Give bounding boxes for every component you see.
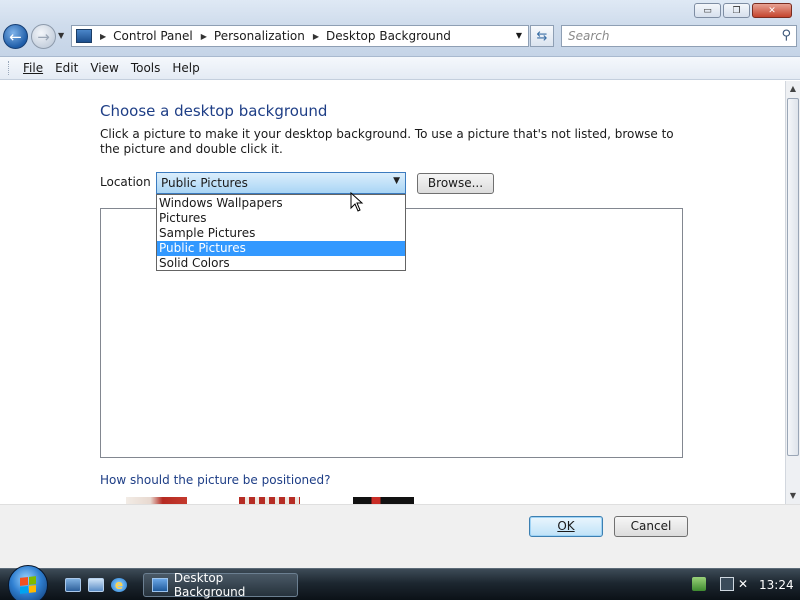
back-button[interactable]: ←: [3, 24, 28, 49]
breadcrumb-separator-icon[interactable]: ▶: [201, 32, 207, 41]
address-dropdown-icon[interactable]: ▼: [516, 31, 522, 40]
minimize-button[interactable]: ▭: [694, 3, 721, 18]
system-tray: ✕ 13:24: [686, 573, 798, 597]
taskbar: e Desktop Background ✕ 13:24: [0, 565, 800, 600]
windows-logo-icon: [20, 576, 36, 594]
dialog-footer: OK Cancel: [0, 504, 800, 547]
search-input[interactable]: Search ⚲: [561, 25, 797, 47]
show-desktop-icon[interactable]: [65, 578, 81, 592]
menu-edit-label: Edit: [55, 61, 79, 75]
address-bar[interactable]: ▶ Control Panel ▶ Personalization ▶ Desk…: [71, 25, 529, 47]
taskbar-item-label: Desktop Background: [173, 571, 246, 599]
control-panel-icon: [152, 578, 168, 592]
start-button[interactable]: [8, 565, 48, 600]
network-icon[interactable]: [720, 577, 734, 591]
search-placeholder: Search: [568, 29, 610, 43]
window-bottom-edge: [0, 547, 800, 568]
location-option-pictures[interactable]: Pictures: [157, 211, 405, 226]
maximize-button[interactable]: ❐: [723, 3, 750, 18]
window-chrome: ▭ ❐ ✕ ← → ▼ ▶ Control Panel ▶ Personaliz…: [0, 0, 800, 57]
volume-muted-icon[interactable]: ✕: [738, 577, 752, 591]
menu-help-label: Help: [172, 61, 200, 75]
menu-tools[interactable]: Tools: [125, 61, 167, 75]
breadcrumb-separator-icon[interactable]: ▶: [313, 32, 319, 41]
scrollbar-thumb[interactable]: [787, 98, 799, 456]
page-description: Click a picture to make it your desktop …: [100, 127, 674, 156]
forward-arrow-icon: →: [37, 27, 50, 46]
refresh-button[interactable]: ⇆: [530, 25, 554, 47]
maximize-icon: ❐: [732, 5, 741, 16]
forward-button[interactable]: →: [31, 24, 56, 49]
taskbar-item-desktop-background[interactable]: Desktop Background: [143, 571, 298, 599]
position-option-tile[interactable]: [239, 497, 300, 504]
switch-windows-icon[interactable]: [88, 578, 104, 592]
scroll-up-icon[interactable]: ▲: [786, 81, 800, 96]
menu-file-label: File: [23, 61, 44, 75]
recent-pages-dropdown[interactable]: ▼: [58, 31, 64, 40]
ok-button[interactable]: OK: [529, 516, 603, 537]
breadcrumb-personalization[interactable]: Personalization: [214, 29, 305, 43]
minimize-icon: ▭: [703, 5, 712, 16]
position-option-center[interactable]: [353, 497, 414, 504]
security-center-icon[interactable]: [692, 577, 706, 591]
chevron-down-icon: ▼: [393, 176, 400, 186]
window-controls: ▭ ❐ ✕: [694, 3, 792, 18]
location-label: Location: [100, 175, 151, 189]
mouse-cursor-icon: [350, 192, 364, 212]
refresh-icon: ⇆: [536, 28, 548, 44]
position-question: How should the picture be positioned?: [100, 473, 331, 487]
ok-button-label: OK: [557, 519, 575, 533]
location-option-public-pictures[interactable]: Public Pictures: [157, 241, 405, 256]
vertical-scrollbar[interactable]: ▲ ▼: [785, 81, 800, 504]
menu-view[interactable]: View: [84, 61, 124, 75]
page-title: Choose a desktop background: [100, 102, 328, 120]
search-icon[interactable]: ⚲: [781, 28, 791, 43]
menu-tools-label: Tools: [130, 61, 161, 75]
breadcrumb-separator-icon[interactable]: ▶: [100, 32, 106, 41]
location-option-sample-pictures[interactable]: Sample Pictures: [157, 226, 405, 241]
menu-help[interactable]: Help: [166, 61, 205, 75]
breadcrumb-desktop-background[interactable]: Desktop Background: [326, 29, 451, 43]
menu-edit[interactable]: Edit: [49, 61, 84, 75]
breadcrumb-control-panel[interactable]: Control Panel: [113, 29, 193, 43]
main-content: Choose a desktop background Click a pict…: [0, 81, 785, 504]
back-arrow-icon: ←: [9, 27, 22, 46]
menu-grip: [8, 61, 11, 75]
browse-button[interactable]: Browse...: [417, 173, 494, 194]
position-option-fill[interactable]: [126, 497, 187, 504]
close-button[interactable]: ✕: [752, 3, 792, 18]
location-select[interactable]: Public Pictures ▼: [156, 172, 406, 194]
location-dropdown-list: Windows Wallpapers Pictures Sample Pictu…: [156, 194, 406, 271]
menu-view-label: View: [90, 61, 119, 75]
cancel-button-label: Cancel: [630, 519, 672, 533]
scroll-down-icon[interactable]: ▼: [786, 488, 800, 503]
control-panel-icon: [76, 29, 92, 43]
cancel-button[interactable]: Cancel: [614, 516, 688, 537]
menu-file[interactable]: File: [17, 61, 49, 75]
location-selected-value: Public Pictures: [161, 176, 248, 190]
location-option-solid-colors[interactable]: Solid Colors: [157, 256, 405, 271]
menu-bar: File Edit View Tools Help: [0, 57, 800, 80]
internet-explorer-icon[interactable]: e: [111, 578, 127, 592]
close-icon: ✕: [768, 5, 776, 16]
clock[interactable]: 13:24: [759, 578, 794, 592]
location-option-windows-wallpapers[interactable]: Windows Wallpapers: [157, 196, 405, 211]
chevron-down-icon: ▼: [58, 31, 65, 40]
